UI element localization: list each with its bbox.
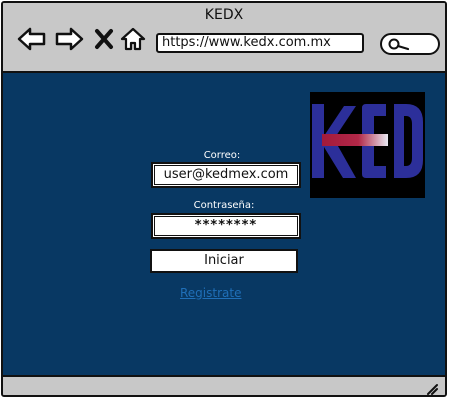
status-bar [3, 375, 445, 396]
password-label: Contraseña: [193, 200, 255, 211]
close-icon[interactable] [94, 26, 114, 52]
kedx-logo [310, 92, 425, 198]
password-field[interactable]: ******** [151, 213, 301, 239]
login-button[interactable]: Iniciar [150, 249, 298, 273]
kedx-logo-graphic [312, 104, 423, 178]
register-link[interactable]: Registrate [180, 286, 241, 300]
browser-window: KEDX https://www.kedx.com.mx [1, 1, 447, 397]
email-label: Correo: [203, 150, 241, 161]
back-arrow-icon[interactable] [17, 26, 47, 52]
window-title: KEDX [204, 7, 244, 23]
search-icon [388, 38, 410, 51]
email-field[interactable]: user@kedmex.com [151, 162, 301, 188]
search-box[interactable] [380, 33, 440, 55]
resize-grip-icon[interactable] [423, 380, 439, 396]
forward-arrow-icon[interactable] [54, 26, 84, 52]
browser-toolbar: KEDX https://www.kedx.com.mx [3, 3, 445, 73]
home-icon[interactable] [120, 26, 146, 52]
address-bar[interactable]: https://www.kedx.com.mx [156, 33, 364, 53]
